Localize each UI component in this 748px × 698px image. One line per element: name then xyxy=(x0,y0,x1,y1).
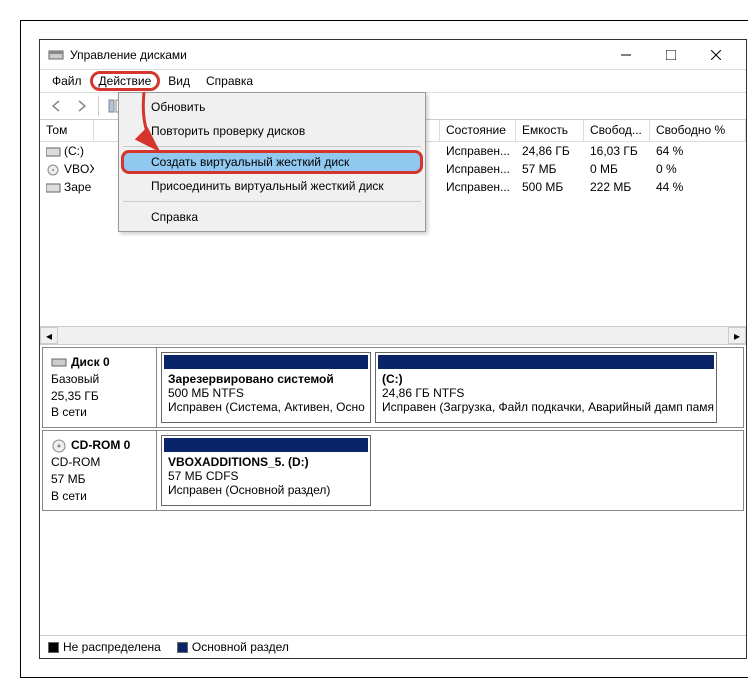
close-button[interactable] xyxy=(693,40,738,69)
scroll-left-button[interactable]: ◂ xyxy=(40,327,58,344)
disk-icon xyxy=(51,354,67,370)
titlebar[interactable]: Управление дисками xyxy=(40,40,746,70)
scroll-right-button[interactable]: ▸ xyxy=(728,327,746,344)
legend-square-black xyxy=(48,642,59,653)
col-freepct[interactable]: Свободно % xyxy=(650,120,746,141)
minimize-button[interactable] xyxy=(603,40,648,69)
volume-icon xyxy=(46,146,62,158)
menu-create-vhd[interactable]: Создать виртуальный жесткий диск xyxy=(121,150,423,174)
disk-label-area: CD-ROM 0 CD-ROM 57 МБ В сети xyxy=(43,431,157,510)
disk-row[interactable]: Диск 0 Базовый 25,35 ГБ В сети Зарезерви… xyxy=(42,347,744,428)
disk-partitions: Зарезервировано системой 500 МБ NTFS Исп… xyxy=(157,348,743,427)
disk-map-pane: Диск 0 Базовый 25,35 ГБ В сети Зарезерви… xyxy=(40,345,746,635)
menu-separator xyxy=(123,146,421,147)
horizontal-scrollbar[interactable]: ◂ ▸ xyxy=(40,326,746,344)
menu-separator xyxy=(123,201,421,202)
cdrom-icon xyxy=(51,438,67,454)
legend-primary: Основной раздел xyxy=(177,640,289,654)
menu-rescan[interactable]: Повторить проверку дисков xyxy=(121,119,423,143)
legend-unallocated: Не распределена xyxy=(48,640,161,654)
menu-attach-vhd[interactable]: Присоединить виртуальный жесткий диск xyxy=(121,174,423,198)
vol-label: (C:) xyxy=(64,144,84,158)
disk-partitions: VBOXADDITIONS_5. (D:) 57 МБ CDFS Исправе… xyxy=(157,431,743,510)
menu-file[interactable]: Файл xyxy=(44,72,90,90)
menu-view[interactable]: Вид xyxy=(160,72,198,90)
scroll-track[interactable] xyxy=(58,327,728,344)
disk-management-window: Управление дисками Файл Действие Вид Спр… xyxy=(39,39,747,659)
disk-row[interactable]: CD-ROM 0 CD-ROM 57 МБ В сети VBOXADDITIO… xyxy=(42,430,744,511)
menu-refresh[interactable]: Обновить xyxy=(121,95,423,119)
app-icon xyxy=(48,47,64,63)
action-dropdown: Обновить Повторить проверку дисков Созда… xyxy=(118,92,426,232)
partition[interactable]: Зарезервировано системой 500 МБ NTFS Исп… xyxy=(161,352,371,423)
partition[interactable]: VBOXADDITIONS_5. (D:) 57 МБ CDFS Исправе… xyxy=(161,435,371,506)
partition[interactable]: (C:) 24,86 ГБ NTFS Исправен (Загрузка, Ф… xyxy=(375,352,717,423)
volume-icon xyxy=(46,182,62,194)
legend-square-blue xyxy=(177,642,188,653)
col-capacity[interactable]: Емкость xyxy=(516,120,584,141)
disc-icon xyxy=(46,164,62,176)
menu-action[interactable]: Действие xyxy=(90,71,161,91)
forward-button[interactable] xyxy=(70,94,94,118)
partition-bar xyxy=(164,355,368,369)
back-button[interactable] xyxy=(44,94,68,118)
disk-label-area: Диск 0 Базовый 25,35 ГБ В сети xyxy=(43,348,157,427)
window-title: Управление дисками xyxy=(70,48,603,62)
menubar: Файл Действие Вид Справка Обновить Повто… xyxy=(40,70,746,92)
col-volume[interactable]: Том xyxy=(40,120,94,141)
maximize-button[interactable] xyxy=(648,40,693,69)
partition-bar xyxy=(164,438,368,452)
partition-bar xyxy=(378,355,714,369)
menu-help[interactable]: Справка xyxy=(198,72,261,90)
legend: Не распределена Основной раздел xyxy=(40,635,746,658)
vol-label: VBOX xyxy=(64,162,94,176)
menu-help-item[interactable]: Справка xyxy=(121,205,423,229)
toolbar-separator xyxy=(98,96,99,116)
col-status[interactable]: Состояние xyxy=(440,120,516,141)
col-free[interactable]: Свобод... xyxy=(584,120,650,141)
vol-label: Заре xyxy=(64,180,91,194)
